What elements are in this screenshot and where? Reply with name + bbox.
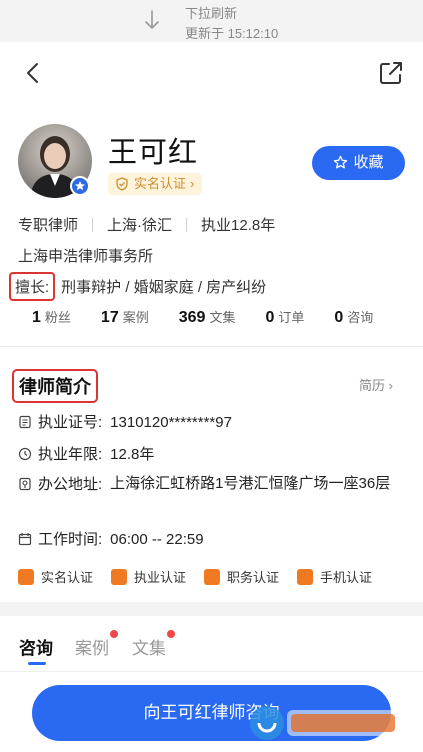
divider — [92, 218, 94, 232]
stats-row: 1 粉丝 17 案例 369 文集 0 订单 0 咨询 — [32, 307, 403, 327]
calendar-icon — [18, 533, 32, 546]
favorite-button[interactable]: 收藏 — [312, 146, 405, 180]
location-icon — [19, 477, 31, 491]
certification-badges: 实名认证 执业认证 职务认证 手机认证 — [18, 567, 390, 586]
shield-check-icon — [116, 177, 128, 191]
lawyer-title: 专职律师 — [18, 217, 79, 234]
stat-number: 1 — [32, 309, 41, 326]
hours-row: 工作时间: 06:00 -- 22:59 — [18, 528, 204, 549]
stat-number: 369 — [178, 309, 206, 326]
arrow-down-icon — [145, 10, 159, 30]
license-row: 执业证号: 1310120********97 — [18, 411, 232, 432]
license-value: 1310120********97 — [110, 414, 232, 431]
stat-label: 文集 — [209, 310, 236, 325]
pull-refresh-text: 下拉刷新 — [185, 6, 238, 21]
years-value: 12.8年 — [110, 446, 155, 463]
star-icon — [334, 155, 348, 169]
favorite-label: 收藏 — [353, 154, 384, 171]
divider — [186, 218, 188, 232]
nav-bar — [0, 42, 423, 104]
share-icon[interactable] — [377, 59, 405, 87]
resume-label: 简历 — [359, 378, 386, 393]
intro-title: 律师简介 — [12, 369, 98, 403]
clock-icon — [18, 447, 32, 461]
section-gap — [0, 602, 423, 616]
tab-consult[interactable]: 咨询 — [19, 634, 53, 659]
lawyer-profile: 王可红 实名认证 › 收藏 专职律师 上海·徐汇 执业12.8年 上海申浩律师事务所 … — [0, 104, 423, 346]
years-label: 执业年限: — [38, 446, 103, 463]
resume-link[interactable]: 简历 › — [359, 375, 393, 394]
badge-realname: 实名认证 — [18, 567, 93, 586]
stat-number: 0 — [334, 309, 344, 326]
tabs-divider — [0, 671, 423, 672]
badge-phone: 手机认证 — [297, 567, 372, 586]
badge-label: 职务认证 — [227, 570, 280, 585]
years-row: 执业年限: 12.8年 — [18, 443, 154, 464]
license-label: 执业证号: — [38, 414, 103, 431]
tie-cert-icon — [204, 569, 221, 585]
stat-orders[interactable]: 0 订单 — [265, 307, 304, 327]
realname-cert-icon — [18, 569, 34, 585]
chevron-left-icon[interactable] — [22, 61, 44, 85]
lawyer-meta: 专职律师 上海·徐汇 执业12.8年 — [18, 214, 275, 235]
stat-fans[interactable]: 1 粉丝 — [32, 307, 71, 327]
realname-label: 实名认证 — [134, 176, 187, 191]
verified-badge-icon — [70, 176, 90, 196]
tab-articles[interactable]: 文集 — [132, 634, 166, 659]
unread-dot — [167, 630, 175, 638]
stat-label: 案例 — [122, 310, 149, 325]
skills-list: 刑事辩护 / 婚姻家庭 / 房产纠纷 — [61, 279, 267, 296]
lawyer-location: 上海·徐汇 — [107, 217, 173, 234]
lawyer-intro-section: 律师简介 简历 › 执业证号: 1310120********97 执业年限: 12… — [0, 347, 423, 602]
skills-label: 擅长: — [9, 272, 56, 301]
lawyer-name: 王可红 — [108, 137, 199, 169]
hours-value: 06:00 -- 22:59 — [110, 531, 204, 548]
stat-label: 粉丝 — [44, 310, 71, 325]
lawyer-skills: 擅长: 刑事辩护 / 婚姻家庭 / 房产纠纷 — [9, 272, 267, 301]
pull-to-refresh: 下拉刷新 更新于 15:12:10 — [0, 0, 423, 42]
stat-label: 咨询 — [347, 310, 374, 325]
scales-cert-icon — [111, 569, 128, 585]
badge-label: 实名认证 — [41, 570, 94, 585]
active-tab-indicator — [28, 662, 46, 665]
stat-label: 订单 — [278, 310, 305, 325]
stat-number: 17 — [100, 309, 119, 326]
stat-number: 0 — [265, 309, 275, 326]
content-tabs: 咨询 案例 文集 — [0, 616, 423, 672]
lawyer-practice-years: 执业12.8年 — [201, 217, 276, 234]
phone-cert-icon — [297, 569, 314, 585]
stat-cases[interactable]: 17 案例 — [101, 307, 149, 327]
id-card-icon — [19, 415, 31, 429]
chevron-right-icon: › — [190, 176, 195, 191]
badge-label: 执业认证 — [134, 570, 187, 585]
stat-consults[interactable]: 0 咨询 — [334, 307, 373, 327]
hours-label: 工作时间: — [38, 531, 103, 548]
tab-cases[interactable]: 案例 — [75, 634, 109, 659]
address-value: 上海徐汇虹桥路1号港汇恒隆广场一座36层 — [110, 475, 391, 492]
pull-refresh-updated: 更新于 15:12:10 — [185, 26, 279, 41]
chevron-right-icon: › — [388, 378, 393, 393]
address-label: 办公地址: — [38, 476, 103, 493]
law-firm: 上海申浩律师事务所 — [18, 248, 154, 265]
badge-position: 职务认证 — [204, 567, 279, 586]
address-row: 办公地址: 上海徐汇虹桥路1号港汇恒隆广场一座36层 — [18, 473, 400, 495]
unread-dot — [110, 630, 118, 638]
watermark-logo — [250, 706, 399, 740]
stat-articles[interactable]: 369 文集 — [179, 307, 236, 327]
realname-tag[interactable]: 实名认证 › — [108, 173, 203, 195]
badge-practice: 执业认证 — [111, 567, 186, 586]
badge-label: 手机认证 — [320, 570, 373, 585]
